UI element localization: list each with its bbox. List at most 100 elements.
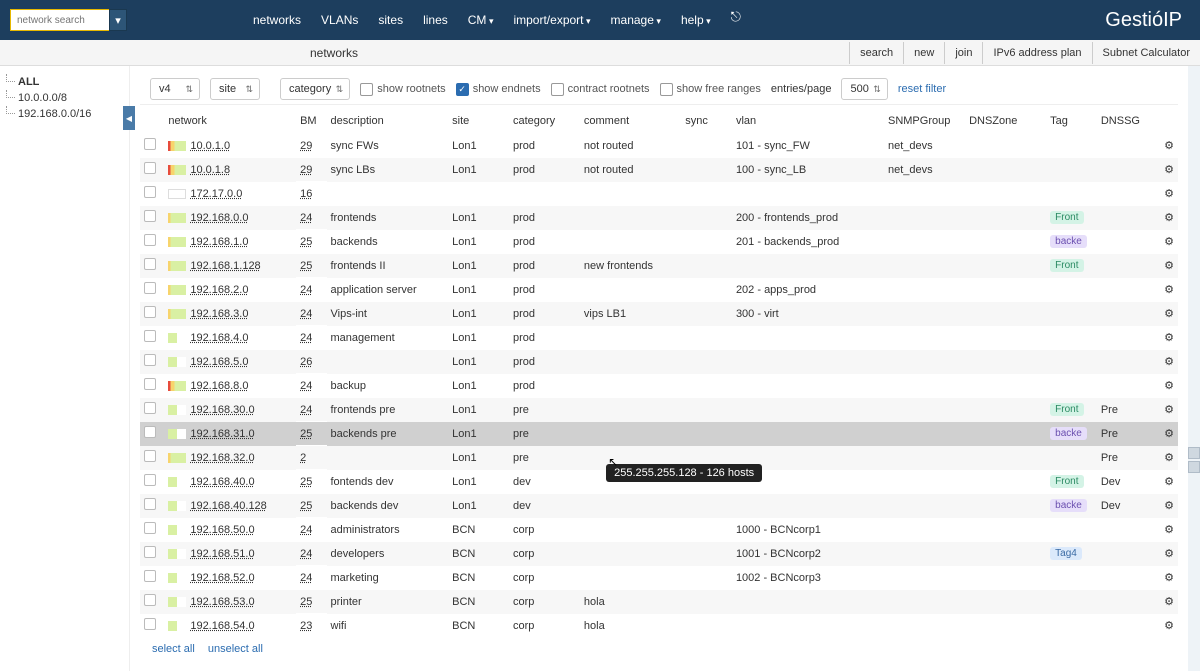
row-checkbox[interactable] [144, 162, 156, 174]
row-checkbox[interactable] [144, 522, 156, 534]
row-checkbox[interactable] [144, 570, 156, 582]
gear-icon[interactable]: ⚙ [1158, 302, 1178, 326]
gear-icon[interactable]: ⚙ [1158, 446, 1178, 470]
row-checkbox[interactable] [144, 594, 156, 606]
table-row[interactable]: 192.168.4.024managementLon1prod⚙ [140, 326, 1178, 350]
row-checkbox[interactable] [144, 210, 156, 222]
category-select[interactable]: category [280, 78, 350, 100]
tree-item[interactable]: 10.0.0.0/8 [6, 90, 123, 106]
nav-import-export[interactable]: import/export [507, 9, 596, 31]
network-link[interactable]: 192.168.30.0 [190, 404, 254, 416]
nav-help[interactable]: help [675, 9, 717, 31]
gear-icon[interactable]: ⚙ [1158, 206, 1178, 230]
row-checkbox[interactable] [144, 234, 156, 246]
table-row[interactable]: 192.168.0.024frontendsLon1prod200 - fron… [140, 206, 1178, 230]
ipversion-select[interactable]: v4 [150, 78, 200, 100]
network-link[interactable]: 192.168.31.0 [190, 428, 254, 440]
table-row[interactable]: 192.168.32.02255.255.255.128 - 126 hosts… [140, 446, 1178, 470]
gear-icon[interactable]: ⚙ [1158, 566, 1178, 590]
table-row[interactable]: 10.0.1.829sync LBsLon1prodnot routed100 … [140, 158, 1178, 182]
nav-cm[interactable]: CM [462, 9, 500, 31]
gear-icon[interactable]: ⚙ [1158, 590, 1178, 614]
row-checkbox[interactable] [144, 450, 156, 462]
col-dnssg[interactable]: DNSSG [1097, 109, 1158, 134]
contract-rootnets-checkbox[interactable]: contract rootnets [551, 83, 650, 96]
network-link[interactable]: 192.168.0.0 [190, 212, 248, 224]
gear-icon[interactable]: ⚙ [1158, 278, 1178, 302]
nav-sites[interactable]: sites [372, 9, 409, 31]
row-checkbox[interactable] [144, 426, 156, 438]
row-checkbox[interactable] [144, 378, 156, 390]
network-link[interactable]: 10.0.1.8 [190, 164, 230, 176]
col-comment[interactable]: comment [580, 109, 681, 134]
network-link[interactable]: 192.168.40.0 [190, 476, 254, 488]
network-link[interactable]: 192.168.32.0 [190, 452, 254, 464]
gear-icon[interactable]: ⚙ [1158, 374, 1178, 398]
gear-icon[interactable]: ⚙ [1158, 398, 1178, 422]
col-site[interactable]: site [448, 109, 509, 134]
table-row[interactable]: 192.168.54.023wifiBCNcorphola⚙ [140, 614, 1178, 638]
col-description[interactable]: description [327, 109, 449, 134]
nav-vlans[interactable]: VLANs [315, 9, 364, 31]
row-checkbox[interactable] [144, 618, 156, 630]
col-tag[interactable]: Tag [1046, 109, 1097, 134]
gear-icon[interactable]: ⚙ [1158, 422, 1178, 446]
row-checkbox[interactable] [144, 546, 156, 558]
col-sync[interactable]: sync [681, 109, 732, 134]
gear-icon[interactable]: ⚙ [1158, 542, 1178, 566]
search-dropdown-button[interactable]: ▾ [109, 9, 127, 31]
gear-icon[interactable]: ⚙ [1158, 518, 1178, 542]
row-checkbox[interactable] [144, 282, 156, 294]
col-snmpgroup[interactable]: SNMPGroup [884, 109, 965, 134]
network-link[interactable]: 192.168.53.0 [190, 596, 254, 608]
show-endnets-checkbox[interactable]: ✓show endnets [456, 83, 541, 96]
gear-icon[interactable]: ⚙ [1158, 182, 1178, 206]
table-row[interactable]: 192.168.52.024marketingBCNcorp1002 - BCN… [140, 566, 1178, 590]
gear-icon[interactable]: ⚙ [1158, 470, 1178, 494]
gear-icon[interactable]: ⚙ [1158, 134, 1178, 158]
nav-networks[interactable]: networks [247, 9, 307, 31]
table-row[interactable]: 192.168.40.12825backends devLon1devbacke… [140, 494, 1178, 518]
network-link[interactable]: 192.168.5.0 [190, 356, 248, 368]
subbar-search[interactable]: search [849, 42, 903, 64]
table-row[interactable]: 192.168.30.024frontends preLon1preFrontP… [140, 398, 1178, 422]
entries-input[interactable]: 500 [841, 78, 887, 100]
gear-icon[interactable]: ⚙ [1158, 494, 1178, 518]
table-row[interactable]: 172.17.0.016⚙ [140, 182, 1178, 206]
select-all-link[interactable]: select all [152, 643, 195, 655]
row-checkbox[interactable] [144, 402, 156, 414]
show-free-ranges-checkbox[interactable]: show free ranges [660, 83, 761, 96]
nav-lines[interactable]: lines [417, 9, 454, 31]
logout-icon[interactable]: ⎋ [725, 9, 747, 31]
row-checkbox[interactable] [144, 138, 156, 150]
col-network[interactable]: network [164, 109, 296, 134]
gear-icon[interactable]: ⚙ [1158, 230, 1178, 254]
table-row[interactable]: 192.168.31.025backends preLon1prebackePr… [140, 422, 1178, 446]
reset-filter-link[interactable]: reset filter [898, 83, 946, 95]
table-row[interactable]: 192.168.2.024application serverLon1prod2… [140, 278, 1178, 302]
network-link[interactable]: 192.168.51.0 [190, 548, 254, 560]
row-checkbox[interactable] [144, 306, 156, 318]
row-checkbox[interactable] [144, 474, 156, 486]
network-link[interactable]: 192.168.8.0 [190, 380, 248, 392]
subbar-ipv6[interactable]: IPv6 address plan [982, 42, 1091, 64]
nav-manage[interactable]: manage [605, 9, 667, 31]
gear-icon[interactable]: ⚙ [1158, 350, 1178, 374]
table-row[interactable]: 192.168.51.024developersBCNcorp1001 - BC… [140, 542, 1178, 566]
search-input[interactable] [10, 9, 110, 31]
gear-icon[interactable]: ⚙ [1158, 254, 1178, 278]
site-select[interactable]: site [210, 78, 260, 100]
network-link[interactable]: 192.168.54.0 [190, 620, 254, 632]
unselect-all-link[interactable]: unselect all [208, 643, 263, 655]
gear-icon[interactable]: ⚙ [1158, 326, 1178, 350]
row-checkbox[interactable] [144, 354, 156, 366]
network-link[interactable]: 192.168.4.0 [190, 332, 248, 344]
subbar-calc[interactable]: Subnet Calculator [1092, 42, 1200, 64]
network-link[interactable]: 172.17.0.0 [190, 188, 242, 200]
row-checkbox[interactable] [144, 186, 156, 198]
network-link[interactable]: 192.168.1.128 [190, 260, 260, 272]
scroll-up-icon[interactable] [1188, 447, 1200, 459]
row-checkbox[interactable] [144, 498, 156, 510]
tree-root[interactable]: ALL [6, 74, 123, 90]
col-category[interactable]: category [509, 109, 580, 134]
